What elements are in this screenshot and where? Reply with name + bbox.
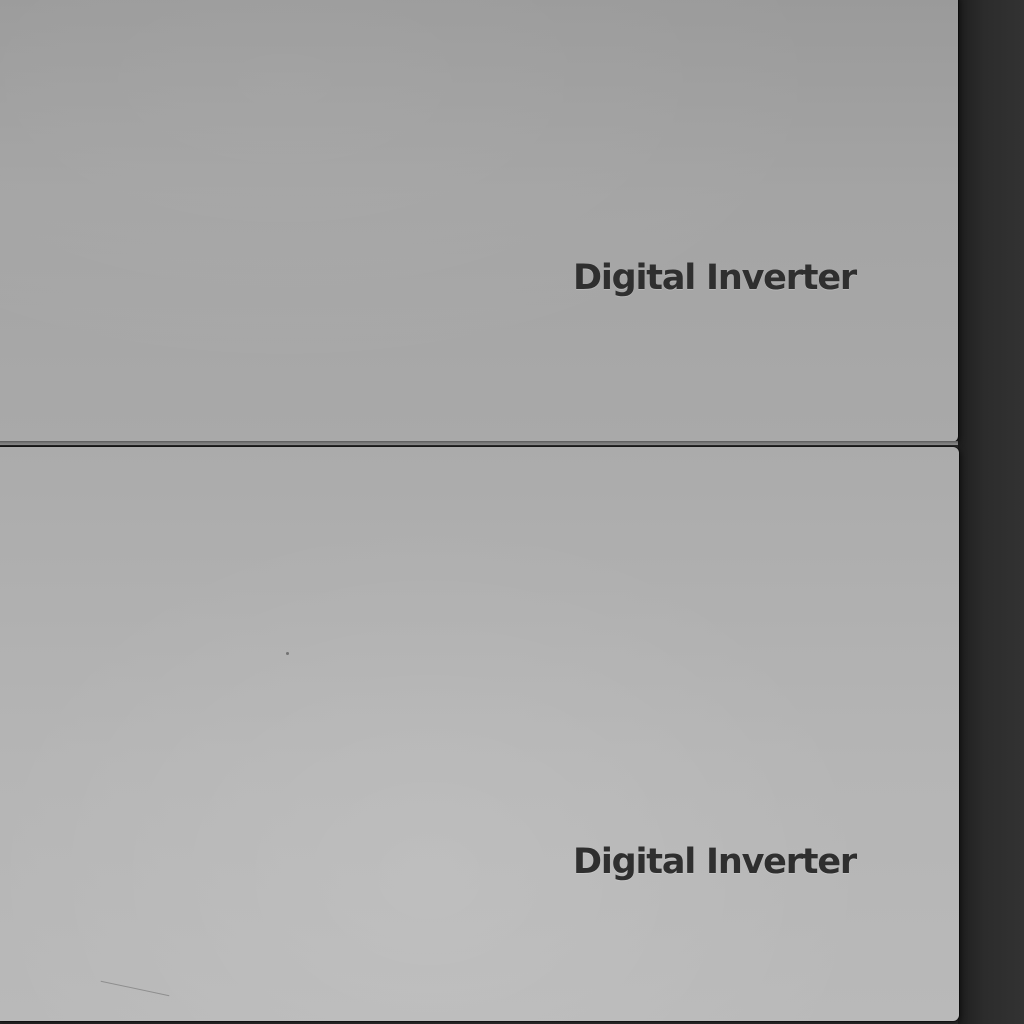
dust-speck — [286, 652, 289, 655]
bottom-panel-logo: Digital Inverter — [573, 842, 857, 882]
photo-scene: Digital Inverter Digital Inverter — [0, 0, 1024, 1024]
top-panel-logo: Digital Inverter — [573, 258, 857, 298]
top-appliance-panel — [0, 0, 958, 442]
bottom-appliance-panel — [0, 447, 959, 1021]
background-shadow — [958, 0, 1024, 1024]
panel-seam — [0, 441, 958, 445]
